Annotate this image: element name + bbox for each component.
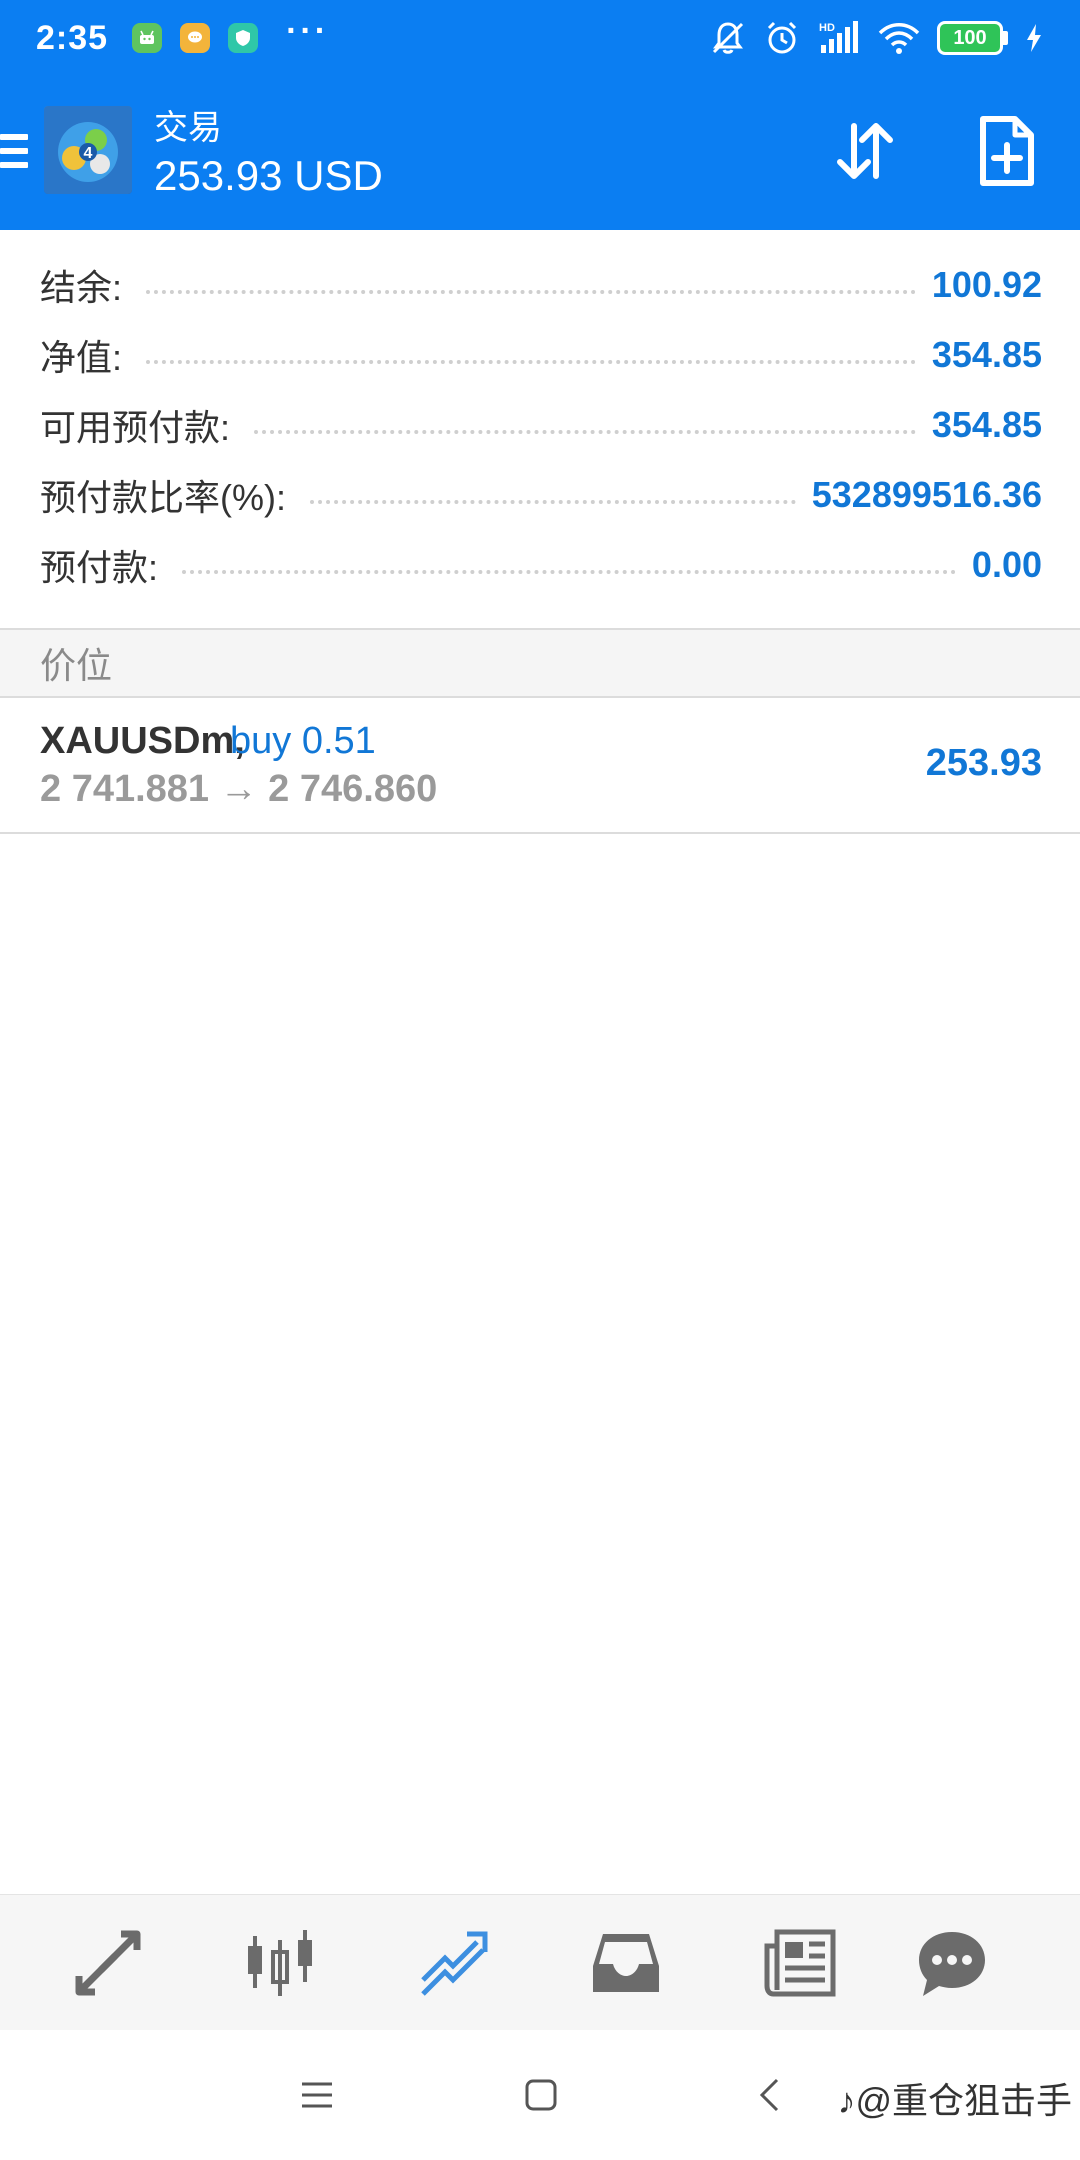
dotted-leader <box>310 500 796 504</box>
position-row[interactable]: XAUUSDm, buy 0.51 2 741.881 → 2 746.860 … <box>0 698 1080 834</box>
summary-value: 0.00 <box>971 544 1042 585</box>
app-bar-balance: 253.93 USD <box>154 152 383 199</box>
chat-icon <box>919 1932 985 1996</box>
quotes-icon <box>75 1930 141 1996</box>
summary-label: 预付款: <box>40 547 159 588</box>
status-bar: 2:35 ··· HD 100 <box>0 0 1080 76</box>
inbox-history-icon <box>593 1934 659 1992</box>
wifi-icon <box>878 23 920 54</box>
more-notifications-icon: ··· <box>286 11 330 50</box>
summary-value: 532899516.36 <box>811 474 1042 515</box>
summary-value: 100.92 <box>931 264 1042 305</box>
summary-value: 354.85 <box>931 404 1042 445</box>
back-chevron-icon <box>759 2078 779 2112</box>
watermark: ♪@重仓狙击手 <box>837 2072 1072 2124</box>
positions-section-header: 价位 <box>0 628 1080 698</box>
bottom-tab-bar <box>0 1894 1080 2030</box>
status-system-icons: HD 100 <box>709 19 1044 57</box>
summary-row-margin: 预付款: 0.00 <box>0 530 1080 600</box>
nav-back-button[interactable] <box>744 2070 794 2120</box>
tab-news[interactable] <box>760 1923 840 2003</box>
android-app-icon <box>132 23 163 53</box>
summary-row-margin-level: 预付款比率(%): 532899516.36 <box>0 460 1080 530</box>
tab-trade[interactable] <box>414 1923 494 2003</box>
summary-label: 净值: <box>40 337 123 378</box>
battery-indicator: 100 <box>937 21 1008 55</box>
position-profit: 253.93 <box>925 742 1042 784</box>
dotted-leader <box>146 290 916 294</box>
metatrader-logo-icon: 4 <box>44 106 132 194</box>
dotted-leader <box>182 570 956 574</box>
tab-chat[interactable] <box>912 1923 992 2003</box>
system-navigation-bar: ♪@重仓狙击手 <box>0 2030 1080 2160</box>
battery-level: 100 <box>937 21 1003 55</box>
message-app-icon <box>180 23 211 53</box>
summary-value: 354.85 <box>931 334 1042 375</box>
summary-label: 结余: <box>40 267 123 308</box>
dotted-leader <box>146 360 916 364</box>
app-bar-title: 交易 <box>154 109 222 147</box>
shield-app-icon <box>228 23 259 53</box>
summary-label: 预付款比率(%): <box>40 477 286 518</box>
candlestick-chart-icon <box>248 1930 312 1996</box>
trade-icon <box>421 1931 488 1996</box>
position-prices: 2 741.881 → 2 746.860 <box>40 768 438 810</box>
status-time: 2:35 <box>36 18 109 57</box>
app-bar: 4 交易 253.93 USD <box>0 76 1080 230</box>
nav-recents-button[interactable] <box>292 2070 342 2120</box>
summary-label: 可用预付款: <box>40 407 231 448</box>
tab-chart[interactable] <box>240 1923 320 2003</box>
position-type-volume: buy 0.51 <box>230 720 376 762</box>
menu-icon[interactable] <box>0 134 28 174</box>
battery-tip <box>1003 31 1008 45</box>
alarm-icon <box>767 21 797 54</box>
news-icon <box>764 1929 836 1997</box>
screen: 2:35 ··· HD 100 4 交易 253.93 USD 结余: 100.… <box>0 0 1080 2160</box>
svg-text:4: 4 <box>84 145 93 162</box>
new-order-icon <box>980 116 1034 186</box>
notifications-off-icon <box>712 22 744 54</box>
watermark-logo-icon: ♪ <box>837 2080 856 2121</box>
home-square-icon <box>525 2079 557 2111</box>
sort-button[interactable] <box>820 106 910 196</box>
charging-icon <box>1027 24 1041 52</box>
summary-row-equity: 净值: 354.85 <box>0 320 1080 390</box>
account-summary: 结余: 100.92 净值: 354.85 可用预付款: 354.85 预付款比… <box>0 230 1080 600</box>
tab-history[interactable] <box>586 1923 666 2003</box>
tab-quotes[interactable] <box>68 1923 148 2003</box>
dotted-leader <box>254 430 916 434</box>
new-order-button[interactable] <box>962 106 1052 196</box>
hd-signal-icon: HD <box>819 21 858 53</box>
summary-row-balance: 结余: 100.92 <box>0 250 1080 320</box>
status-notification-icons: ··· <box>132 12 329 53</box>
svg-text:HD: HD <box>819 22 835 34</box>
watermark-text: @重仓狙击手 <box>855 2080 1072 2121</box>
summary-row-free-margin: 可用预付款: 354.85 <box>0 390 1080 460</box>
sort-arrows-icon <box>837 123 893 179</box>
nav-home-button[interactable] <box>516 2070 566 2120</box>
position-symbol: XAUUSDm, <box>40 720 245 762</box>
menu-lines-icon <box>302 2082 332 2108</box>
